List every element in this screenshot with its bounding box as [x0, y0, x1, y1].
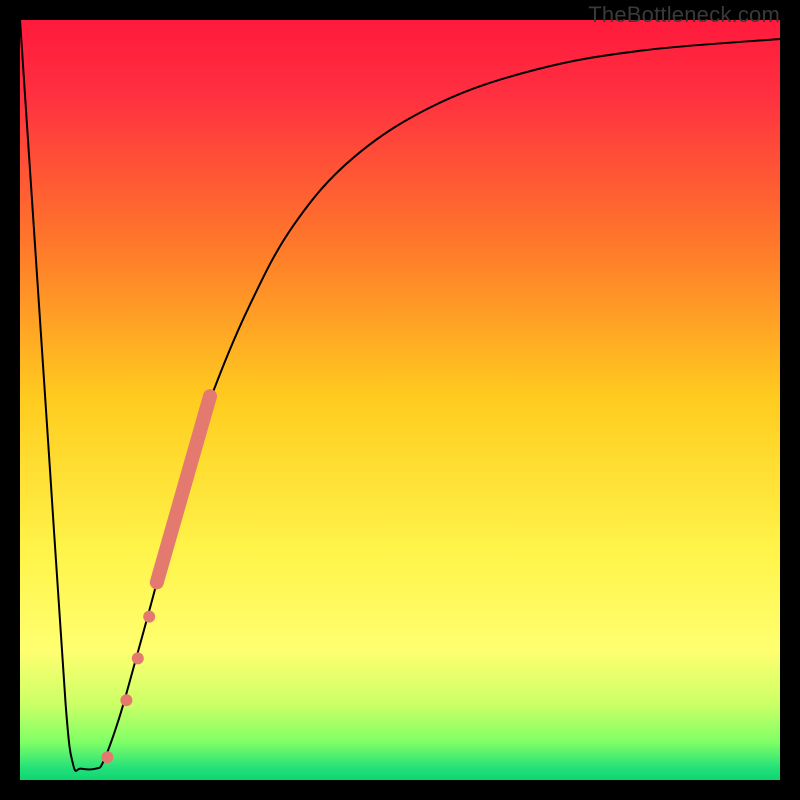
chart-canvas — [20, 20, 780, 780]
dot-2 — [120, 694, 132, 706]
dot-3 — [132, 652, 144, 664]
chart-frame: TheBottleneck.com — [0, 0, 800, 800]
watermark-text: TheBottleneck.com — [588, 2, 780, 28]
dot-1 — [101, 751, 113, 763]
dot-4 — [143, 611, 155, 623]
